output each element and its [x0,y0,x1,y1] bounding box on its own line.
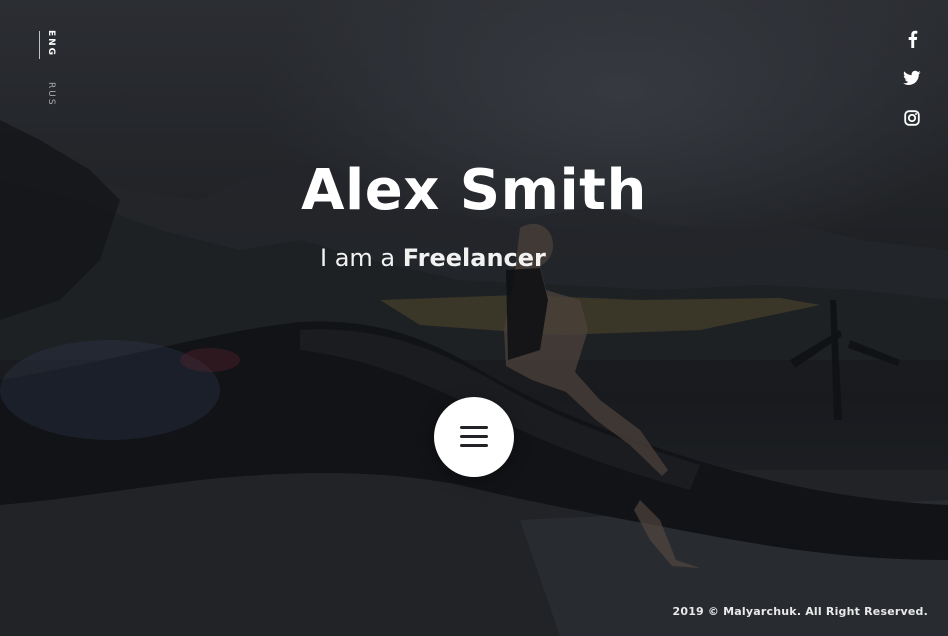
hero-tagline: I am a Freelancer [320,244,546,272]
menu-button[interactable] [434,397,514,477]
language-rus[interactable]: RUS [36,82,56,107]
copyright-text: 2019 © Malyarchuk. All Right Reserved. [672,605,928,618]
facebook-icon [908,30,918,48]
instagram-link[interactable] [900,110,924,132]
background-overlay [0,0,948,636]
menu-bar-middle [460,435,488,438]
twitter-link[interactable] [900,70,924,92]
hamburger-menu-icon [460,425,488,449]
instagram-icon [904,110,920,126]
language-eng[interactable]: ENG [36,30,56,57]
tagline-prefix: I am a [320,244,403,272]
facebook-link[interactable] [900,30,924,52]
language-switcher: ENG RUS [36,30,56,114]
tagline-highlight: Freelancer [402,244,546,272]
hero-title: Alex Smith [301,158,647,223]
social-links [900,30,924,150]
twitter-icon [903,70,921,85]
menu-bar-bottom [460,444,488,447]
menu-bar-top [460,426,488,429]
